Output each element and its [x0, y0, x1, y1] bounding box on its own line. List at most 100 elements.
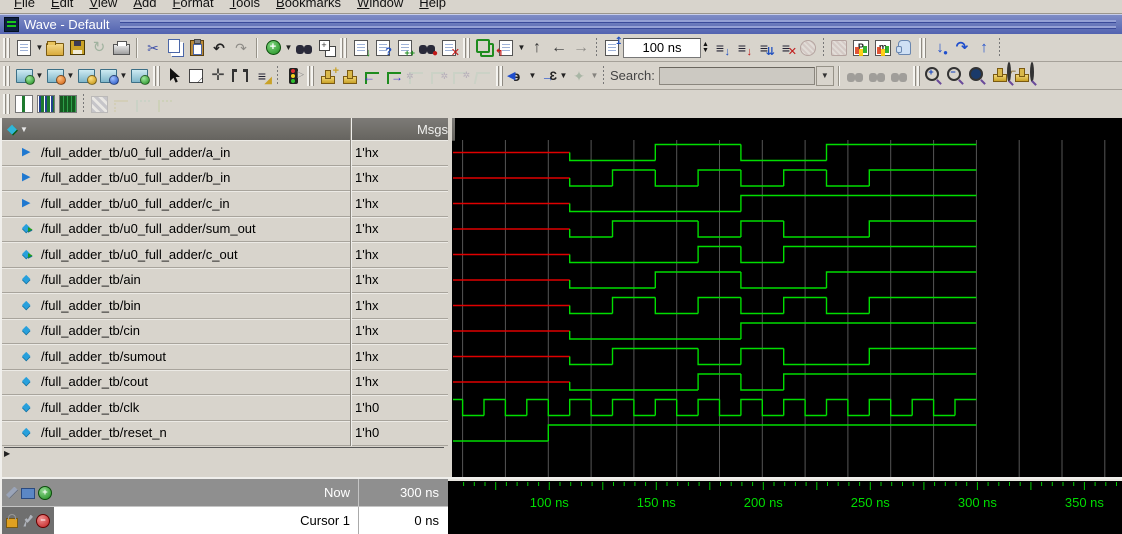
dock-grip-handle[interactable]: [119, 20, 1116, 29]
menu-item-bookmarks[interactable]: Bookmarks: [276, 0, 341, 10]
redo-icon[interactable]: ↷: [230, 37, 252, 59]
search-input[interactable]: [658, 66, 815, 85]
signal-row[interactable]: ◆ /full_adder_tb/u0_full_adder/sum_out: [2, 217, 350, 242]
open-folder-icon[interactable]: [44, 37, 66, 59]
comment-stack-icon[interactable]: ↓: [350, 37, 372, 59]
refresh-icon[interactable]: ↻: [88, 37, 110, 59]
menu-item-add[interactable]: Add: [133, 0, 156, 10]
signal-value-cell[interactable]: 1'h0: [351, 421, 448, 446]
toolbar-section-handle[interactable]: [912, 65, 920, 86]
pause-hand-icon[interactable]: [894, 37, 916, 59]
paste-icon[interactable]: [186, 37, 208, 59]
wave-copy-icon[interactable]: ✲: [427, 65, 449, 87]
menu-item-edit[interactable]: Edit: [51, 0, 73, 10]
prev-transition-icon[interactable]: ϶ ◀: [506, 65, 528, 87]
name-column-header[interactable]: ◆ ▼: [2, 118, 355, 141]
menu-item-tools[interactable]: Tools: [230, 0, 260, 10]
find-all-icon[interactable]: [888, 65, 910, 87]
signal-value-cell[interactable]: 1'hx: [351, 293, 448, 319]
signal-name[interactable]: /full_adder_tb/u0_full_adder/a_in: [41, 145, 230, 160]
find-marked-icon[interactable]: ●: [416, 37, 438, 59]
save-icon[interactable]: [66, 37, 88, 59]
zoom-out-icon[interactable]: −: [945, 65, 967, 87]
next-transition-dropdown-icon[interactable]: ▼: [559, 71, 568, 80]
signal-name[interactable]: /full_adder_tb/u0_full_adder/c_out: [41, 247, 238, 262]
signal-row[interactable]: ◆ /full_adder_tb/bin: [2, 293, 350, 319]
select-pointer-icon[interactable]: [163, 65, 185, 87]
menu-item-file[interactable]: File: [14, 0, 35, 10]
stamp-add-icon[interactable]: +: [317, 65, 339, 87]
arrow-up-icon[interactable]: ↑: [526, 37, 548, 59]
signal-row[interactable]: ◆ /full_adder_tb/reset_n: [2, 421, 350, 446]
wave-cut-icon[interactable]: ✲: [405, 65, 427, 87]
link-env-icon[interactable]: [473, 37, 495, 59]
menu-item-window[interactable]: Window: [357, 0, 403, 10]
column-splitter[interactable]: [350, 118, 351, 477]
run-continue-icon[interactable]: ≡ ↓: [731, 37, 753, 59]
toolbar-section-handle[interactable]: [463, 37, 470, 58]
panel-splitter[interactable]: [448, 118, 452, 534]
menu-item-view[interactable]: View: [89, 0, 117, 10]
signal-row[interactable]: ◆ /full_adder_tb/cout: [2, 370, 350, 395]
signal-row[interactable]: ◆ /full_adder_tb/clk: [2, 395, 350, 421]
signal-name[interactable]: /full_adder_tb/clk: [41, 400, 139, 415]
step-into-icon[interactable]: ↓ ●: [929, 37, 951, 59]
zoom-mode-icon[interactable]: [185, 65, 207, 87]
undo-icon[interactable]: ↶: [208, 37, 230, 59]
run-length-doc-icon[interactable]: ↥: [601, 36, 623, 59]
insert-marker-icon[interactable]: ✦: [568, 65, 590, 87]
msgs-column-header[interactable]: Msgs: [351, 118, 455, 141]
cut-icon[interactable]: ✂: [142, 37, 164, 59]
signal-row[interactable]: ▶ /full_adder_tb/u0_full_adder/b_in: [2, 166, 350, 191]
find-next-icon[interactable]: [866, 65, 888, 87]
signal-name[interactable]: /full_adder_tb/reset_n: [41, 425, 167, 440]
run-length-field[interactable]: [623, 37, 701, 58]
sim-chip-dropdown-icon[interactable]: ▼: [119, 71, 128, 80]
add-cursor-icon[interactable]: +: [38, 485, 52, 500]
signal-name[interactable]: /full_adder_tb/sumout: [41, 349, 166, 364]
pan-mode-icon[interactable]: ✛: [207, 65, 229, 87]
wave-pale-2-icon[interactable]: [132, 93, 154, 115]
signal-row[interactable]: ▶ /full_adder_tb/u0_full_adder/c_in: [2, 191, 350, 217]
signal-value-cell[interactable]: 1'hx: [351, 191, 448, 217]
wave-title-bar[interactable]: Wave - Default: [0, 14, 1122, 35]
arrow-back-icon[interactable]: ←: [548, 37, 570, 59]
menu-item-help[interactable]: Help: [419, 0, 446, 10]
grid-pattern-icon[interactable]: [88, 93, 110, 115]
trace-list-icon[interactable]: ↰: [495, 37, 517, 59]
signal-name[interactable]: /full_adder_tb/cout: [41, 374, 148, 389]
cursor-properties-icon[interactable]: [23, 514, 33, 527]
signal-name[interactable]: /full_adder_tb/u0_full_adder/b_in: [41, 170, 230, 185]
traffic-light-icon[interactable]: ▷: [282, 65, 304, 87]
delete-cursor-icon[interactable]: −: [36, 513, 50, 528]
signal-value-cell[interactable]: 1'hx: [351, 242, 448, 268]
toolbar-section-handle[interactable]: [496, 65, 503, 86]
next-transition-icon[interactable]: → Ɛ: [537, 65, 559, 87]
toolbar-drag-handle[interactable]: [3, 65, 10, 86]
zoom-full-icon[interactable]: [967, 65, 989, 87]
timeline-ruler[interactable]: 100 ns 150 ns 200 ns 250 ns 300 ns 350 ns: [448, 479, 1122, 534]
toolbar-section-handle[interactable]: [307, 65, 314, 86]
edge-right-icon[interactable]: →: [383, 65, 405, 87]
copy-icon[interactable]: [164, 37, 186, 59]
wave-canvas[interactable]: [453, 140, 1122, 477]
search-dropdown-icon[interactable]: ▼: [815, 65, 834, 86]
wave-format-analog-icon[interactable]: [57, 93, 79, 115]
signal-value-cell[interactable]: 1'hx: [351, 319, 448, 344]
sim-chip-green-icon[interactable]: [13, 65, 35, 87]
run-all-icon[interactable]: ≡ ⇊: [753, 37, 775, 59]
edit-mode-icon[interactable]: ≡ ◢: [251, 65, 273, 87]
stamp-icon[interactable]: [339, 65, 361, 87]
profile-p-icon[interactable]: P: [850, 37, 872, 59]
cursor-row[interactable]: − Cursor 1 0 ns: [2, 507, 448, 534]
signal-row[interactable]: ▶ /full_adder_tb/u0_full_adder/a_in: [2, 140, 350, 166]
sim-chip-orange-icon[interactable]: [44, 65, 66, 87]
expand-items-icon[interactable]: +: [315, 37, 337, 59]
doc-add-icon[interactable]: ++: [394, 37, 416, 59]
step-over-icon[interactable]: ↷: [951, 37, 973, 59]
insert-marker-dropdown-icon[interactable]: ▼: [590, 71, 599, 80]
signal-row[interactable]: ◆ /full_adder_tb/ain: [2, 268, 350, 293]
scroll-arrow-icon[interactable]: ▶: [4, 449, 10, 458]
run-length-spinner[interactable]: ▲ ▼: [702, 41, 709, 54]
sim-chip-gold-icon[interactable]: [75, 65, 97, 87]
